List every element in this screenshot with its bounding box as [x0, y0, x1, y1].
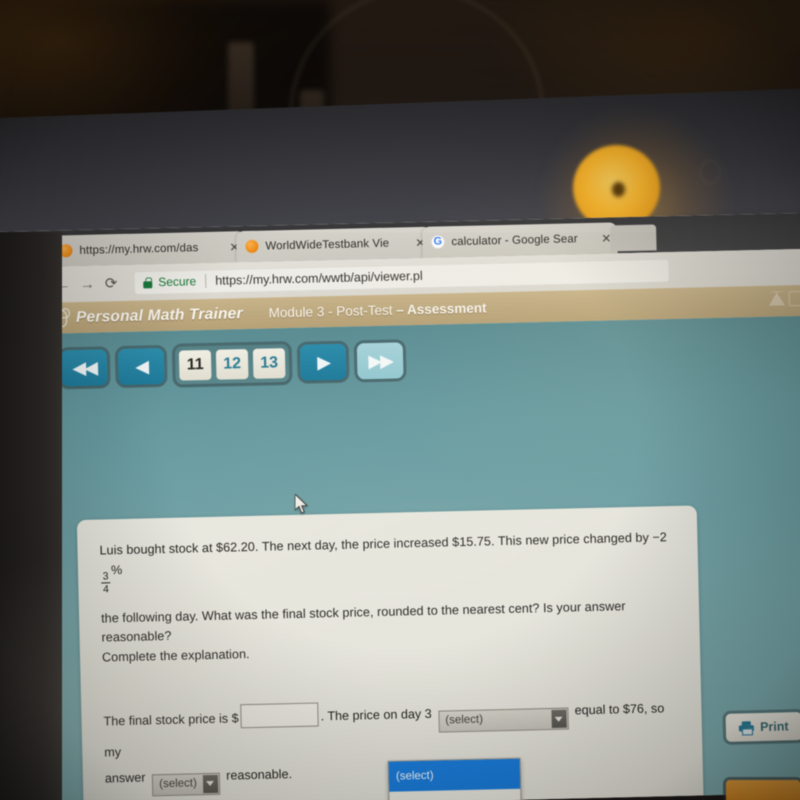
mouse-cursor-icon	[295, 494, 309, 514]
question-navigation: ◀◀ ◀ 11 12 13 ▶ ▶▶	[60, 341, 404, 387]
print-button[interactable]: Print	[725, 712, 800, 742]
percent-sign: %	[110, 562, 123, 577]
url-text: https://my.hrw.com/wwtb/api/viewer.pl	[215, 268, 423, 288]
fast-rewind-icon: ◀◀	[72, 357, 97, 379]
question-text-a: Luis bought stock at $62.20. The next da…	[99, 530, 668, 558]
module-title: Module 3 - Post-Test – Assessment	[269, 300, 487, 320]
first-question-button[interactable]: ◀◀	[60, 349, 108, 387]
answer-prefix: The final stock price is $	[103, 711, 239, 729]
comparison-select[interactable]: (select)	[438, 707, 569, 733]
print-label: Print	[759, 719, 789, 735]
fast-forward-icon: ▶▶	[368, 350, 393, 372]
question-text-line3: Complete the explanation.	[101, 646, 250, 665]
answer-line2-prefix: answer	[104, 770, 150, 786]
mixed-fraction: 34	[101, 570, 111, 596]
triangle-icon	[768, 291, 785, 306]
left-arrow-icon: ◀	[135, 356, 148, 377]
chevron-down-icon[interactable]	[202, 774, 219, 793]
divider	[205, 273, 207, 288]
page-button-11[interactable]: 11	[178, 349, 212, 381]
previous-question-button[interactable]: ◀	[117, 347, 165, 386]
answer-line2-suffix: reasonable.	[222, 767, 293, 783]
page-button-13[interactable]: 13	[252, 348, 286, 379]
reasonable-select-value: (select)	[159, 777, 197, 791]
header-corner-icons	[768, 290, 800, 307]
monitor-left-edge	[0, 232, 62, 800]
question-line-2: the following day. What was the final st…	[101, 596, 678, 668]
module-prefix: Module 3 - Post-Test	[268, 302, 397, 321]
new-tab-button[interactable]	[610, 224, 657, 252]
google-g-favicon-icon	[431, 235, 445, 249]
square-icon	[788, 290, 800, 307]
printer-icon	[739, 721, 754, 735]
chevron-down-icon[interactable]	[551, 709, 567, 729]
lock-icon	[143, 277, 152, 288]
lamp-center-dot	[612, 182, 625, 197]
address-bar[interactable]: Secure https://my.hrw.com/wwtb/api/viewe…	[133, 258, 670, 295]
browser-tab-1[interactable]: https://my.hrw.com/das ✕	[50, 231, 246, 267]
answer-mid: . The price on day 3	[320, 707, 436, 724]
browser-tab-3[interactable]: calculator - Google Sear ✕	[421, 222, 618, 258]
small-reflection	[700, 160, 720, 184]
stock-price-input[interactable]	[240, 702, 319, 729]
tab-title: WorldWideTestbank Vie	[265, 237, 390, 253]
tab-title: https://my.hrw.com/das	[79, 241, 199, 257]
fraction-denominator: 4	[102, 583, 110, 596]
fraction-numerator: 3	[102, 570, 109, 583]
last-question-button[interactable]: ▶▶	[356, 342, 404, 380]
dropdown-option-select[interactable]: (select)	[388, 758, 521, 792]
question-text-line2: the following day. What was the final st…	[100, 598, 626, 645]
security-label: Secure	[158, 274, 197, 290]
dropdown-listbox[interactable]: (select) is is not approximately is appr…	[387, 757, 524, 800]
next-question-button[interactable]: ▶	[299, 343, 347, 381]
browser-tab-2[interactable]: WorldWideTestbank Vie ✕	[236, 226, 432, 263]
forward-icon[interactable]: →	[75, 275, 99, 293]
photographed-monitor-scene: https://my.hrw.com/das ✕ WorldWideTestba…	[0, 0, 800, 800]
comparison-select-value: (select)	[445, 713, 484, 727]
module-suffix: – Assessment	[396, 300, 487, 318]
question-card: Luis bought stock at $62.20. The next da…	[76, 505, 707, 800]
monitor-screen: https://my.hrw.com/das ✕ WorldWideTestba…	[0, 212, 800, 800]
brand-title: Personal Math Trainer	[75, 304, 243, 326]
tab-title: calculator - Google Sear	[451, 232, 578, 248]
reload-icon[interactable]: ⟳	[99, 274, 123, 293]
page-button-12[interactable]: 12	[215, 349, 249, 380]
bottom-right-orange-button[interactable]	[726, 780, 800, 800]
question-line-1: Luis bought stock at $62.20. The next da…	[99, 528, 676, 596]
right-arrow-icon: ▶	[317, 352, 330, 373]
dropdown-option-is[interactable]: is	[389, 789, 521, 800]
reasonable-select[interactable]: (select)	[151, 772, 221, 797]
page-number-group: 11 12 13	[174, 344, 290, 385]
orange-circle-favicon-icon	[245, 239, 259, 254]
